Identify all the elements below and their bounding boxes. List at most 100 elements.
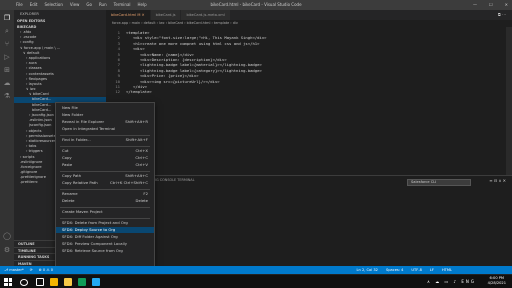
edge-icon[interactable] <box>78 278 86 286</box>
extensions-icon[interactable]: ⊞ <box>3 66 11 74</box>
ctx-shortcut: Ctrl+V <box>135 162 148 167</box>
ctx-new-folder[interactable]: New Folder <box>56 112 154 118</box>
activity-bar: ❐ ⌕ ⑂ ▷ ⊞ ☁ ⚗ ◯ ⚙ <box>0 10 14 266</box>
code-text: <lightning-badge label={material}></ligh… <box>140 62 262 68</box>
ctx-label: Open in Integrated Terminal <box>62 126 116 131</box>
ctx-sfdx-retrieve-source-from-org[interactable]: SFDX: Retrieve Source from Org <box>56 248 154 254</box>
code-text: <div>Name: {name}</div> <box>140 51 194 57</box>
bottom-panel: PROBLEMS OUTPUT DEBUG CONSOLE TERMINAL S… <box>106 175 512 266</box>
line-number: 7 <box>117 62 120 68</box>
close-button[interactable]: ✕ <box>505 0 508 10</box>
code-line: 9 <div>Price: {price}</div> <box>106 73 199 78</box>
start-button[interactable] <box>4 278 12 286</box>
ctx-rename[interactable]: Rename F2 <box>56 191 154 197</box>
output-channel-select[interactable]: Salesforce CLI <box>407 179 471 186</box>
files-icon[interactable]: ❐ <box>3 14 11 22</box>
vscode-taskbar-icon[interactable] <box>92 278 100 286</box>
ctx-sfdx-delete-from-project-and-org[interactable]: SFDX: Delete from Project and Org <box>56 220 154 226</box>
ctx-shortcut: Shift+Alt+F <box>125 137 148 142</box>
search-icon[interactable] <box>20 279 28 286</box>
editor-scrollbar[interactable] <box>506 27 512 175</box>
ctx-label: Create Maven Project <box>62 209 103 214</box>
line-number: 6 <box>117 57 120 62</box>
code-editor[interactable]: 1 <template> 2 <div style="font-size:large;… <box>106 27 512 175</box>
ctx-copy-path[interactable]: Copy Path Shift+Alt+C <box>56 173 154 179</box>
code-line: 8 <lightning-badge label={category}></lig… <box>106 68 262 73</box>
indentation-indicator[interactable]: Spaces: 4 <box>386 266 403 274</box>
tab-1[interactable]: bikeCard.js <box>150 10 182 20</box>
code-text: <div><img src={pictureUrl}/></div> <box>140 78 220 84</box>
ctx-find-in-folder[interactable]: Find in Folder... Shift+Alt+F <box>56 137 154 143</box>
settings-icon[interactable]: ⚙ <box>3 246 11 254</box>
ctx-reveal-in-file-explorer[interactable]: Reveal in File Explorer Shift+Alt+R <box>56 119 154 125</box>
ctx-label: Cut <box>62 148 69 153</box>
editor-actions[interactable]: ⧉ ⋯ <box>498 10 506 20</box>
cursor-position[interactable]: Ln 2, Col 32 <box>357 266 378 274</box>
code-text: <div>Price: {price}</div> <box>140 73 199 79</box>
code-line: 3 <h1>create one more compnet using html … <box>106 41 260 46</box>
line-number: 4 <box>117 46 120 52</box>
task-view-icon[interactable] <box>36 278 44 286</box>
editor-tabs: bikeCard.html M ✕ bikeCard.js bikeCard.js-… <box>106 10 512 20</box>
testing-icon[interactable]: ⚗ <box>3 92 11 100</box>
line-number: 10 <box>115 78 120 84</box>
tab-2[interactable]: bikeCard.js-meta.xml <box>181 10 231 20</box>
menu-separator <box>60 145 150 147</box>
ctx-label: Copy <box>62 155 72 160</box>
account-icon[interactable]: ◯ <box>3 232 11 240</box>
branch-indicator[interactable]: ⎇ master* <box>4 266 24 274</box>
sync-icon[interactable]: ⟳ <box>30 266 33 274</box>
code-text: <lightning-badge label={category}></ligh… <box>140 67 262 73</box>
ctx-label: SFDX: Diff Folder Against Org <box>62 234 118 239</box>
clock[interactable]: 6:00 PM 4/28/2021 <box>488 276 506 286</box>
code-text: <div> <box>133 46 145 52</box>
ctx-paste[interactable]: Paste Ctrl+V <box>56 162 154 168</box>
chrome-icon[interactable] <box>50 278 58 286</box>
windows-taskbar: ∧ ☁ ▭ ♪ ENG 6:00 PM 4/28/2021 <box>0 274 512 288</box>
menu-separator <box>60 170 150 172</box>
ctx-copy-relative-path[interactable]: Copy Relative Path Ctrl+K Ctrl+Shift+C <box>56 180 154 186</box>
status-bar: ⎇ master* ⟳ ⊗ 0 ⚠ 0 Ln 2, Col 32 Spaces:… <box>0 266 512 274</box>
code-line: 6 <div>Description: {description}</div> <box>106 57 227 62</box>
code-line: 4 <div> <box>106 46 145 51</box>
window-title: bikeCard.html - bikeCard - Visual Studio… <box>210 2 302 7</box>
run-debug-icon[interactable]: ▷ <box>3 53 11 61</box>
title-bar: File Edit Selection View Go Run Terminal Help b… <box>0 0 512 10</box>
ctx-shortcut: Ctrl+X <box>135 148 148 153</box>
ctx-sfdx-preview-component-locally[interactable]: SFDX: Preview Component Locally <box>56 241 154 247</box>
ctx-label: Paste <box>62 162 73 167</box>
search-icon[interactable]: ⌕ <box>3 27 11 35</box>
line-number: 2 <box>117 35 120 41</box>
source-control-icon[interactable]: ⑂ <box>3 40 11 48</box>
explorer-header: EXPLORER <box>20 12 39 16</box>
ctx-label: SFDX: Preview Component Locally <box>62 241 127 246</box>
code-line: 2 <div style="font-size:large;">Hi, This … <box>106 35 267 40</box>
menu-separator <box>60 217 150 219</box>
file-explorer-icon[interactable] <box>64 278 72 286</box>
ctx-cut[interactable]: Cut Ctrl+X <box>56 148 154 154</box>
code-line: 5 <div>Name: {name}</div> <box>106 52 194 57</box>
ctx-delete[interactable]: Delete Delete <box>56 198 154 204</box>
problems-indicator[interactable]: ⊗ 0 ⚠ 0 <box>39 266 53 274</box>
eol-indicator[interactable]: LF <box>430 266 434 274</box>
ctx-open-in-integrated-terminal[interactable]: Open in Integrated Terminal <box>56 126 154 132</box>
ctx-copy[interactable]: Copy Ctrl+C <box>56 155 154 161</box>
code-text: <h1>create one more compnet using html c… <box>133 40 260 46</box>
salesforce-icon[interactable]: ☁ <box>3 79 11 87</box>
language-mode[interactable]: HTML <box>442 266 452 274</box>
encoding-indicator[interactable]: UTF-8 <box>411 266 421 274</box>
system-tray[interactable]: ∧ ☁ ▭ ♪ ENG <box>427 277 476 287</box>
ctx-label: Rename <box>62 191 78 196</box>
ctx-label: New File <box>62 105 78 110</box>
ctx-create-maven-project[interactable]: Create Maven Project <box>56 209 154 215</box>
minimize-button[interactable]: — <box>473 0 477 10</box>
maximize-button[interactable]: ☐ <box>489 0 493 10</box>
menu-separator <box>60 188 150 190</box>
breadcrumb[interactable]: force-app › main › default › lwc › bikeC… <box>106 20 512 27</box>
ctx-sfdx-diff-folder-against-org[interactable]: SFDX: Diff Folder Against Org <box>56 234 154 240</box>
ctx-sfdx-deploy-source-to-org[interactable]: SFDX: Deploy Source to Org <box>56 227 154 233</box>
panel-actions[interactable]: ≡ ⊟ ∧ ✕ <box>489 178 506 183</box>
tab-0[interactable]: bikeCard.html M ✕ <box>106 10 151 20</box>
ctx-new-file[interactable]: New File <box>56 105 154 111</box>
code-text: <div>Description: {description}</div> <box>140 57 227 62</box>
